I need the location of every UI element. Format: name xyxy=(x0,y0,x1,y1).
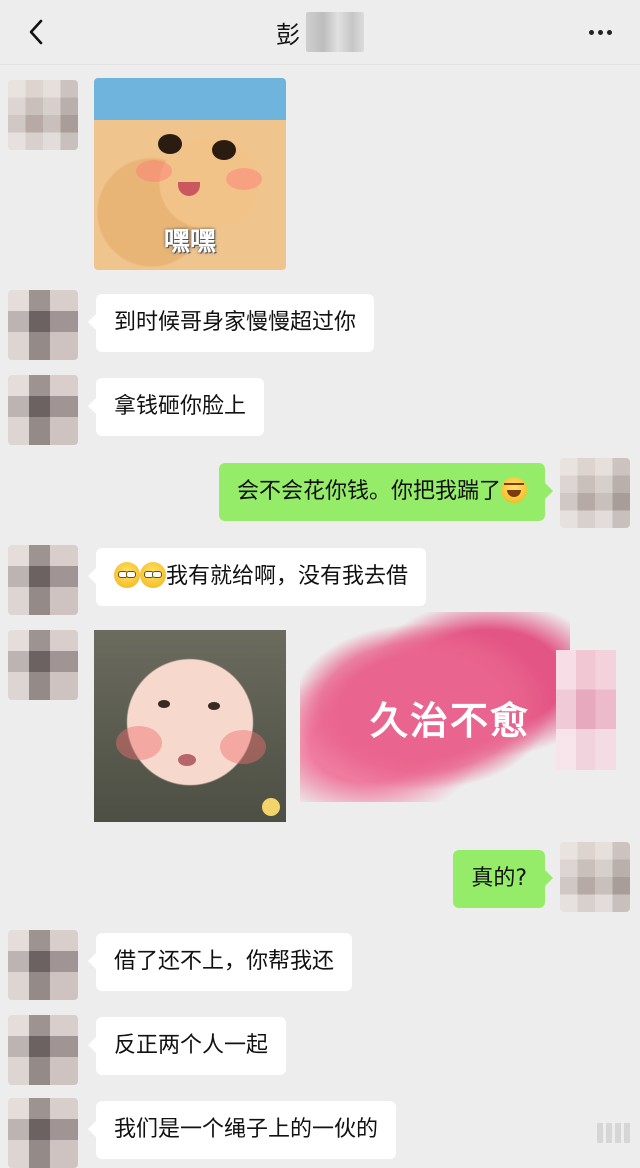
laughing-tears-emoji-icon xyxy=(501,477,527,503)
watermark-bar xyxy=(597,1123,603,1143)
contact-avatar[interactable] xyxy=(8,375,78,445)
more-dot xyxy=(588,29,594,35)
cat-mouth xyxy=(178,182,200,196)
contact-avatar[interactable] xyxy=(8,930,78,1000)
message-text: 反正两个人一起 xyxy=(114,1033,269,1058)
contact-avatar[interactable] xyxy=(8,1098,78,1168)
more-button[interactable] xyxy=(578,20,622,44)
message-text: 我们是一个绳子上的一伙的 xyxy=(114,1117,379,1142)
cat-blush xyxy=(226,168,262,190)
back-button[interactable] xyxy=(18,14,54,50)
message-text: 借了还不上，你帮我还 xyxy=(114,949,335,974)
more-dot xyxy=(597,29,603,35)
contact-avatar[interactable] xyxy=(8,290,78,360)
contact-avatar[interactable] xyxy=(8,80,78,150)
baby-sticker[interactable] xyxy=(94,630,286,822)
more-dot xyxy=(606,29,612,35)
baby-cheek xyxy=(116,726,162,760)
cat-sticker[interactable]: 嘿嘿 xyxy=(94,78,286,270)
message-text: 拿钱砸你脸上 xyxy=(114,394,247,419)
incoming-message[interactable]: 反正两个人一起 xyxy=(87,1017,287,1075)
contact-avatar[interactable] xyxy=(8,630,78,700)
baby-mouth xyxy=(178,754,196,766)
message-text: 真的? xyxy=(471,866,527,891)
message-text: 我有就给啊，没有我去借 xyxy=(166,564,409,589)
pixelated-avatar[interactable] xyxy=(556,650,616,770)
outgoing-message[interactable]: 会不会花你钱。你把我踹了 xyxy=(218,463,554,521)
cat-eye xyxy=(212,140,236,160)
my-avatar[interactable] xyxy=(560,458,630,528)
incoming-message[interactable]: 到时候哥身家慢慢超过你 xyxy=(87,294,375,352)
message-text: 到时候哥身家慢慢超过你 xyxy=(114,310,357,335)
sticker-caption: 久治不愈 xyxy=(370,698,531,743)
contact-avatar[interactable] xyxy=(8,545,78,615)
watermark-bar xyxy=(615,1123,621,1143)
incoming-message[interactable]: 拿钱砸你脸上 xyxy=(87,378,265,436)
contact-name: 彭 xyxy=(276,20,300,49)
watermark-bar xyxy=(624,1123,630,1143)
cat-blush xyxy=(136,160,172,182)
contact-avatar[interactable] xyxy=(8,1015,78,1085)
cat-eye xyxy=(158,134,182,154)
outgoing-message[interactable]: 真的? xyxy=(453,850,553,908)
incoming-message[interactable]: 我们是一个绳子上的一伙的 xyxy=(87,1101,397,1159)
blurred-name xyxy=(306,12,364,52)
sticker-badge-icon xyxy=(262,798,280,816)
watermark xyxy=(500,1120,630,1146)
incoming-message[interactable]: 我有就给啊，没有我去借 xyxy=(87,548,427,606)
pink-splash-sticker[interactable]: 久治不愈 xyxy=(300,612,570,802)
baby-cheek xyxy=(220,730,266,764)
baby-eye xyxy=(208,702,220,710)
watermark-bar xyxy=(606,1123,612,1143)
chat-title: 彭 xyxy=(0,0,640,64)
side-eye-emoji-icon xyxy=(114,562,140,588)
incoming-message[interactable]: 借了还不上，你帮我还 xyxy=(87,933,353,991)
message-text: 会不会花你钱。你把我踹了 xyxy=(236,479,501,504)
baby-eye xyxy=(158,700,170,708)
my-avatar[interactable] xyxy=(560,842,630,912)
sticker-caption: 嘿嘿 xyxy=(163,227,216,257)
chevron-left-icon xyxy=(29,19,43,45)
side-eye-emoji-icon xyxy=(140,562,166,588)
